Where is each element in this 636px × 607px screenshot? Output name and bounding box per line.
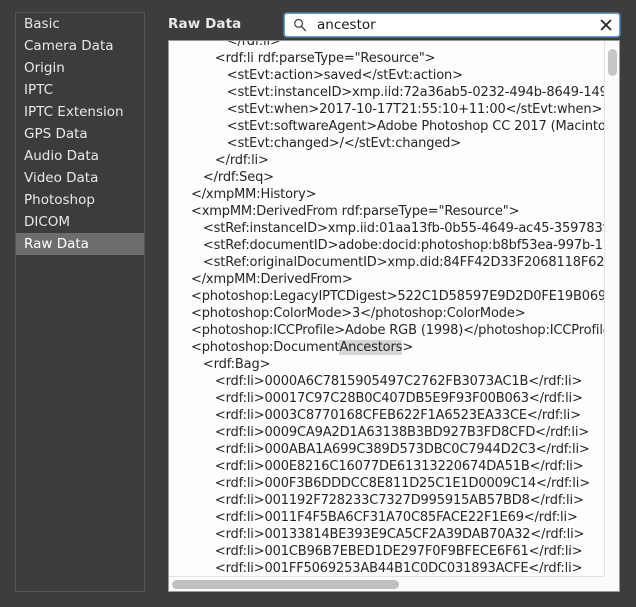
sidebar-item-basic[interactable]: Basic xyxy=(16,13,144,35)
vertical-scrollbar-thumb[interactable] xyxy=(608,49,617,76)
raw-data-line: <rdf:li>0011F4F5BA6CF31A70C85FACE22F1E69… xyxy=(179,510,578,525)
raw-data-line: <rdf:li>000F3B6DDDCC8E811D25C1E1D0009C14… xyxy=(179,476,590,491)
sidebar-item-label: Photoshop xyxy=(24,192,95,208)
sidebar-item-label: GPS Data xyxy=(24,126,88,142)
raw-data-text: </rdf:li> <rdf:li rdf:parseType="Resourc… xyxy=(169,41,604,576)
search-icon xyxy=(289,14,311,36)
raw-data-line: <rdf:li>000E8216C16077DE61313220674DA51B… xyxy=(179,459,584,474)
raw-data-line: <stRef:originalDocumentID>xmp.did:84FF42… xyxy=(179,255,604,270)
raw-data-line: <xmpMM:DerivedFrom rdf:parseType="Resour… xyxy=(179,204,520,219)
sidebar-item-dicom[interactable]: DICOM xyxy=(16,211,144,233)
raw-data-line: <photoshop:ColorMode>3</photoshop:ColorM… xyxy=(179,306,526,321)
sidebar-item-iptc[interactable]: IPTC xyxy=(16,79,144,101)
scrollbar-corner xyxy=(604,576,619,591)
raw-data-line: <rdf:li>001FF5069253AB44B1C0DC031893ACFE… xyxy=(179,561,583,576)
vertical-scrollbar[interactable] xyxy=(604,41,619,576)
raw-data-line: </rdf:li> xyxy=(179,153,269,168)
sidebar-item-iptc-extension[interactable]: IPTC Extension xyxy=(16,101,144,123)
horizontal-scrollbar-thumb[interactable] xyxy=(172,580,400,589)
sidebar-item-label: Video Data xyxy=(24,170,99,186)
raw-data-line: <stEvt:action>saved</stEvt:action> xyxy=(179,68,463,83)
metadata-dialog: Basic Camera Data Origin IPTC IPTC Extension… xyxy=(0,0,636,607)
sidebar-item-label: IPTC Extension xyxy=(24,104,124,120)
raw-data-line: </xmpMM:DerivedFrom> xyxy=(179,272,353,287)
raw-data-line: <rdf:li rdf:parseType="Resource"> xyxy=(179,51,436,66)
raw-data-line: <rdf:li>001192F728233C7327D995915AB57BD8… xyxy=(179,493,584,508)
raw-data-line: <rdf:li>000ABA1A699C389D573DBC0C7944D2C3… xyxy=(179,442,590,457)
raw-data-line: <rdf:li>0000A6C7815905497C2762FB3073AC1B… xyxy=(179,374,583,389)
raw-data-panel[interactable]: </rdf:li> <rdf:li rdf:parseType="Resourc… xyxy=(168,40,620,592)
raw-data-line: <rdf:li>0003C8770168CFEB622F1A6523EA33CE… xyxy=(179,408,581,423)
raw-data-line: <rdf:Bag> xyxy=(179,357,271,372)
raw-data-line: </rdf:li> xyxy=(179,41,281,49)
close-icon[interactable] xyxy=(593,14,619,36)
sidebar-item-label: DICOM xyxy=(24,214,71,230)
sidebar-item-label: Audio Data xyxy=(24,148,99,164)
page-title: Raw Data xyxy=(168,16,242,32)
search-match-highlight: Ancestors xyxy=(339,340,403,355)
search-field[interactable] xyxy=(284,13,620,37)
raw-data-line: </rdf:Seq> xyxy=(179,170,274,185)
raw-data-viewport: </rdf:li> <rdf:li rdf:parseType="Resourc… xyxy=(169,41,604,576)
sidebar-item-label: IPTC xyxy=(24,82,54,98)
raw-data-line: <stRef:instanceID>xmp.iid:01aa13fb-0b55-… xyxy=(179,221,604,236)
raw-data-line: <photoshop:LegacyIPTCDigest>522C1D58597E… xyxy=(179,289,604,304)
sidebar-item-label: Origin xyxy=(24,60,65,76)
raw-data-line: <stEvt:instanceID>xmp.iid:72a36ab5-0232-… xyxy=(179,85,604,100)
sidebar-item-audio-data[interactable]: Audio Data xyxy=(16,145,144,167)
sidebar-item-label: Basic xyxy=(24,16,60,32)
raw-data-line: <stEvt:changed>/</stEvt:changed> xyxy=(179,136,462,151)
raw-data-line: <stRef:documentID>adobe:docid:photoshop:… xyxy=(179,238,604,253)
raw-data-line: <rdf:li>00133814BE393E9CA5CF2A39DAB70A32… xyxy=(179,527,585,542)
search-input[interactable] xyxy=(311,15,593,35)
horizontal-scrollbar[interactable] xyxy=(169,576,604,591)
raw-data-line: <rdf:li>001CB96B7EBED1DE297F0F9BFECE6F61… xyxy=(179,544,583,559)
raw-data-line: <stEvt:when>2017-10-17T21:55:10+11:00</s… xyxy=(179,102,603,117)
sidebar-item-gps-data[interactable]: GPS Data xyxy=(16,123,144,145)
sidebar-item-raw-data[interactable]: Raw Data xyxy=(16,233,144,255)
raw-data-line: <rdf:li>0009CA9A2D1A63138B3BD927B3FD8CFD… xyxy=(179,425,590,440)
raw-data-line: <photoshop:DocumentAncestors> xyxy=(179,340,414,355)
raw-data-line: </xmpMM:History> xyxy=(179,187,317,202)
sidebar-item-label: Raw Data xyxy=(24,236,89,252)
sidebar-item-origin[interactable]: Origin xyxy=(16,57,144,79)
sidebar-item-photoshop[interactable]: Photoshop xyxy=(16,189,144,211)
sidebar-item-label: Camera Data xyxy=(24,38,114,54)
category-list[interactable]: Basic Camera Data Origin IPTC IPTC Extension… xyxy=(15,12,145,592)
raw-data-line: <rdf:li>00017C97C28B0C407DB5E9F93F00B063… xyxy=(179,391,583,406)
sidebar-item-video-data[interactable]: Video Data xyxy=(16,167,144,189)
raw-data-line: <photoshop:ICCProfile>Adobe RGB (1998)</… xyxy=(179,323,604,338)
sidebar-item-camera-data[interactable]: Camera Data xyxy=(16,35,144,57)
raw-data-line: <stEvt:softwareAgent>Adobe Photoshop CC … xyxy=(179,119,604,134)
